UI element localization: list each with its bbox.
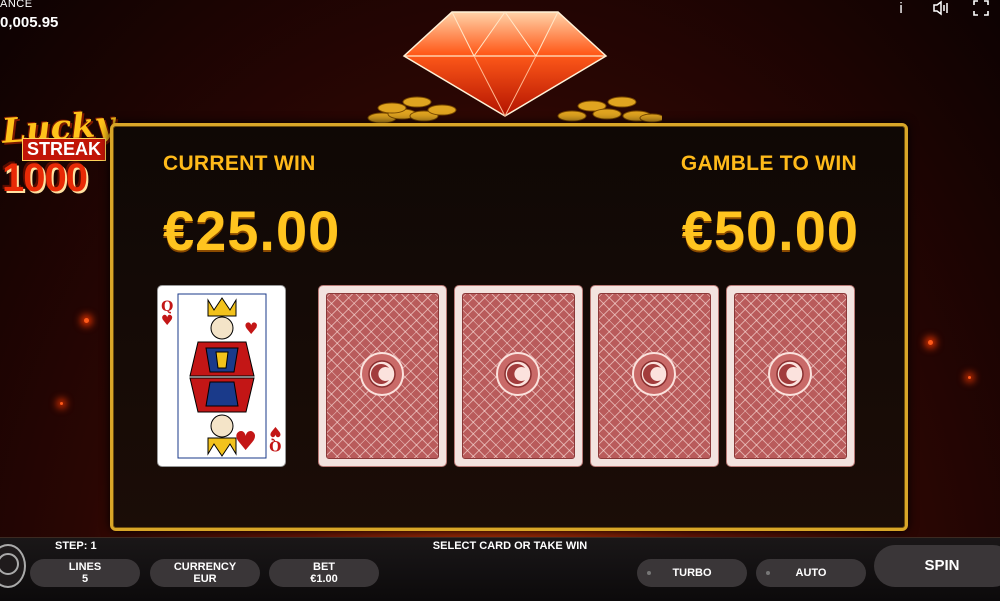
currency-value: EUR [193, 573, 217, 585]
lines-display: LINES 5 [30, 559, 140, 587]
ember [60, 402, 63, 405]
ember [84, 318, 89, 323]
spin-button[interactable]: SPIN [874, 545, 1000, 587]
gamble-panel: CURRENT WIN €25.00 GAMBLE TO WIN €50.00 … [110, 123, 908, 531]
bet-display: BET €1.00 [269, 559, 379, 587]
currency-label: CURRENCY [173, 561, 237, 573]
fullscreen-icon[interactable] [972, 0, 990, 18]
auto-label: AUTO [795, 567, 827, 579]
gamble-to-win-label: GAMBLE TO WIN [680, 152, 857, 175]
sound-icon[interactable] [932, 0, 950, 18]
face-down-card-2[interactable] [454, 285, 583, 467]
game-logo: Lucky STREAK 1000 [0, 104, 128, 200]
turbo-label: TURBO [672, 567, 712, 579]
top-icons: i [892, 0, 990, 18]
current-win-value: €25.00 [163, 199, 341, 262]
card-back-emblem-icon [632, 352, 676, 396]
logo-text-1000: 1000 [2, 156, 88, 200]
chip-icon [0, 553, 19, 575]
face-down-card-3[interactable] [590, 285, 719, 467]
spin-label: SPIN [924, 557, 960, 574]
status-message: SELECT CARD OR TAKE WIN [432, 540, 588, 552]
face-down-card-1[interactable] [318, 285, 447, 467]
auto-toggle[interactable]: AUTO [756, 559, 866, 587]
card-rank-bottom: Q ♥ [269, 423, 282, 453]
revealed-card-queen-of-hearts: Q ♥ Q ♥ ♥ ♥ [157, 285, 286, 467]
gamble-to-win-value: €50.00 [681, 199, 859, 262]
lines-value: 5 [81, 573, 89, 585]
card-back-emblem-icon [360, 352, 404, 396]
currency-display: CURRENCY EUR [150, 559, 260, 587]
ember [968, 376, 971, 379]
svg-text:♥: ♥ [244, 319, 258, 338]
balance-value: 0,005.95 [0, 14, 59, 31]
ember [928, 340, 933, 345]
bet-label: BET [313, 561, 335, 573]
card-back-emblem-icon [768, 352, 812, 396]
queen-figure-icon: ♥ ♥ [177, 293, 267, 459]
lines-label: LINES [68, 561, 102, 573]
turbo-toggle[interactable]: TURBO [637, 559, 747, 587]
info-icon[interactable]: i [892, 0, 910, 18]
balance-label: ANCE [0, 0, 33, 10]
face-down-card-4[interactable] [726, 285, 855, 467]
step-indicator: STEP: 1 [55, 540, 97, 552]
bet-value: €1.00 [310, 573, 338, 585]
card-rank-top: Q ♥ [161, 299, 174, 329]
red-diamond-gem [402, 11, 608, 118]
card-back-emblem-icon [496, 352, 540, 396]
svg-text:♥: ♥ [234, 427, 257, 457]
current-win-label: CURRENT WIN [163, 152, 316, 175]
